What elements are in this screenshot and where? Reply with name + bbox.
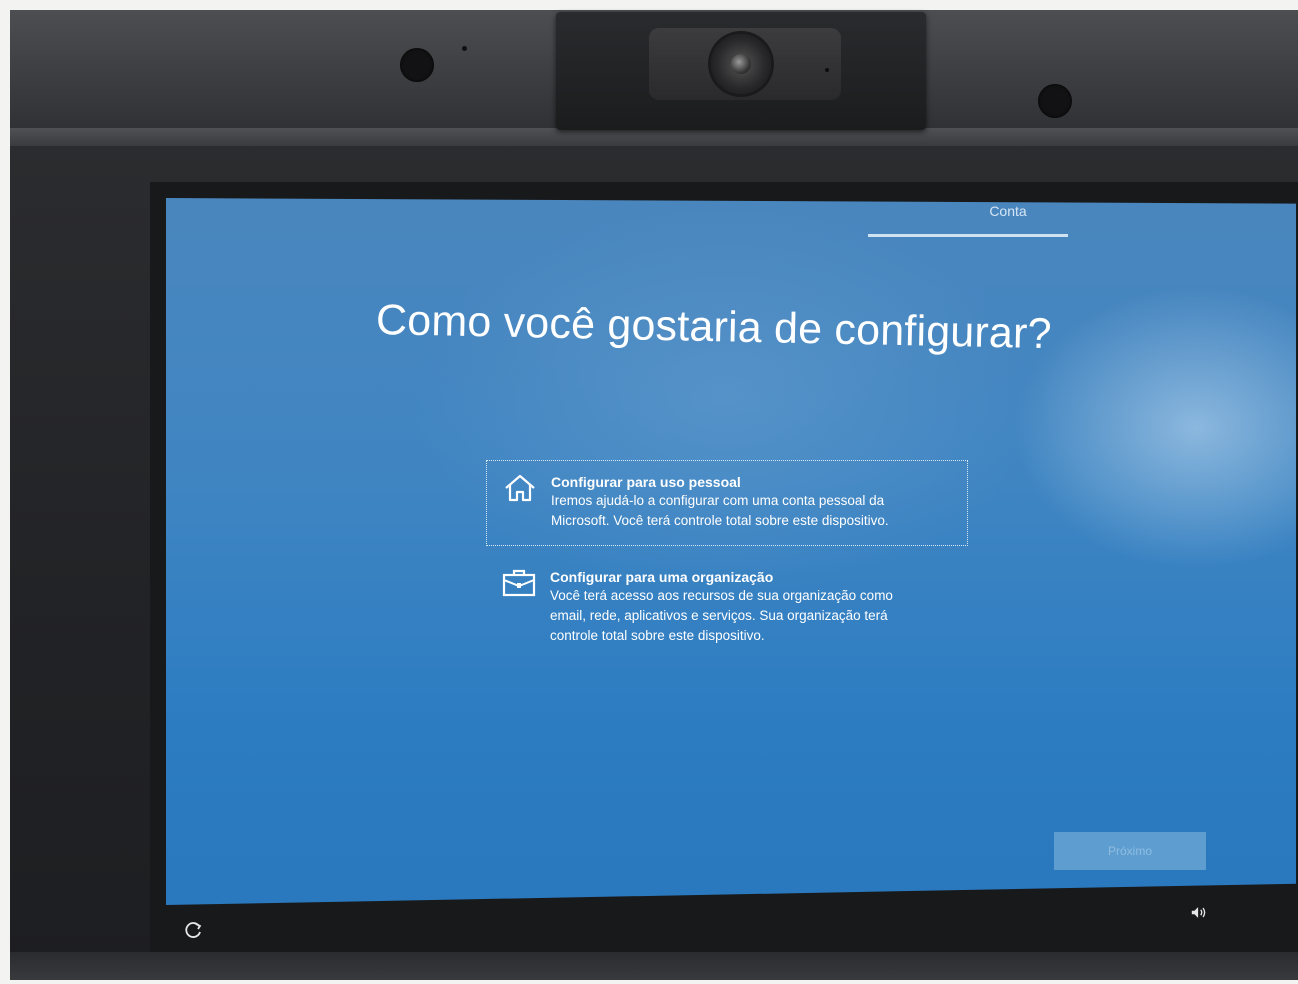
option-organization-description: Você terá acesso aos recursos de sua org… [550,588,893,643]
option-organization-title: Configurar para uma organização [550,569,774,585]
option-personal-description: Iremos ajudá-lo a configurar com uma con… [551,493,889,528]
accessibility-icon[interactable] [184,920,204,940]
oobe-screen: Conta Como você gostaria de configurar? … [166,198,1296,905]
webcam-lens-ring [711,34,771,94]
step-tab-underline [868,234,1068,237]
volume-icon[interactable] [1190,905,1208,920]
home-icon [505,474,535,502]
webcam-face [649,28,841,100]
option-organization[interactable]: Configurar para uma organização Você ter… [486,556,968,660]
option-personal-use[interactable]: Configurar para uso pessoal Iremos ajudá… [486,460,968,546]
bezel-left-sensor [400,48,434,82]
webcam-led [825,68,829,72]
briefcase-icon [502,569,536,597]
setup-options: Configurar para uso pessoal Iremos ajudá… [486,460,970,660]
bezel-left-indicator [462,46,467,51]
option-personal-title: Configurar para uso pessoal [551,474,741,490]
laptop-bottom-edge [10,952,1298,980]
next-button[interactable]: Próximo [1054,832,1206,870]
step-tab-conta: Conta [989,203,1027,219]
page-title: Como você gostaria de configurar? [375,296,1053,359]
webcam-lens [731,54,751,74]
bezel-ledge [10,128,1298,146]
bezel-right-sensor [1038,84,1072,118]
external-webcam [556,12,926,130]
